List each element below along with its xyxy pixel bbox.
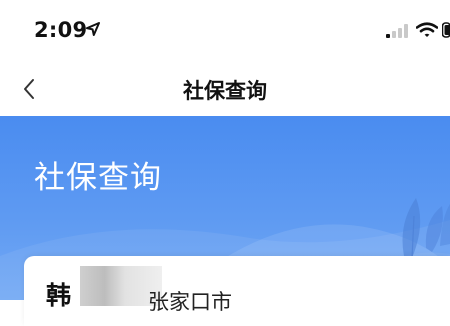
navigation-bar: 社保查询 — [0, 62, 450, 116]
page-title: 社保查询 — [0, 75, 450, 105]
insured-person-name: 韩 — [46, 276, 71, 312]
wifi-icon — [416, 22, 438, 38]
hero-title: 社保查询 — [34, 152, 162, 197]
insured-city: 张家口市 — [148, 286, 232, 316]
location-arrow-icon — [86, 22, 100, 36]
battery-icon — [442, 22, 450, 38]
status-time: 2:09 — [34, 18, 87, 42]
cellular-signal-icon — [386, 24, 410, 38]
status-bar: 2:09 — [0, 0, 450, 62]
insured-person-card: 韩 张家口市 — [24, 256, 450, 326]
